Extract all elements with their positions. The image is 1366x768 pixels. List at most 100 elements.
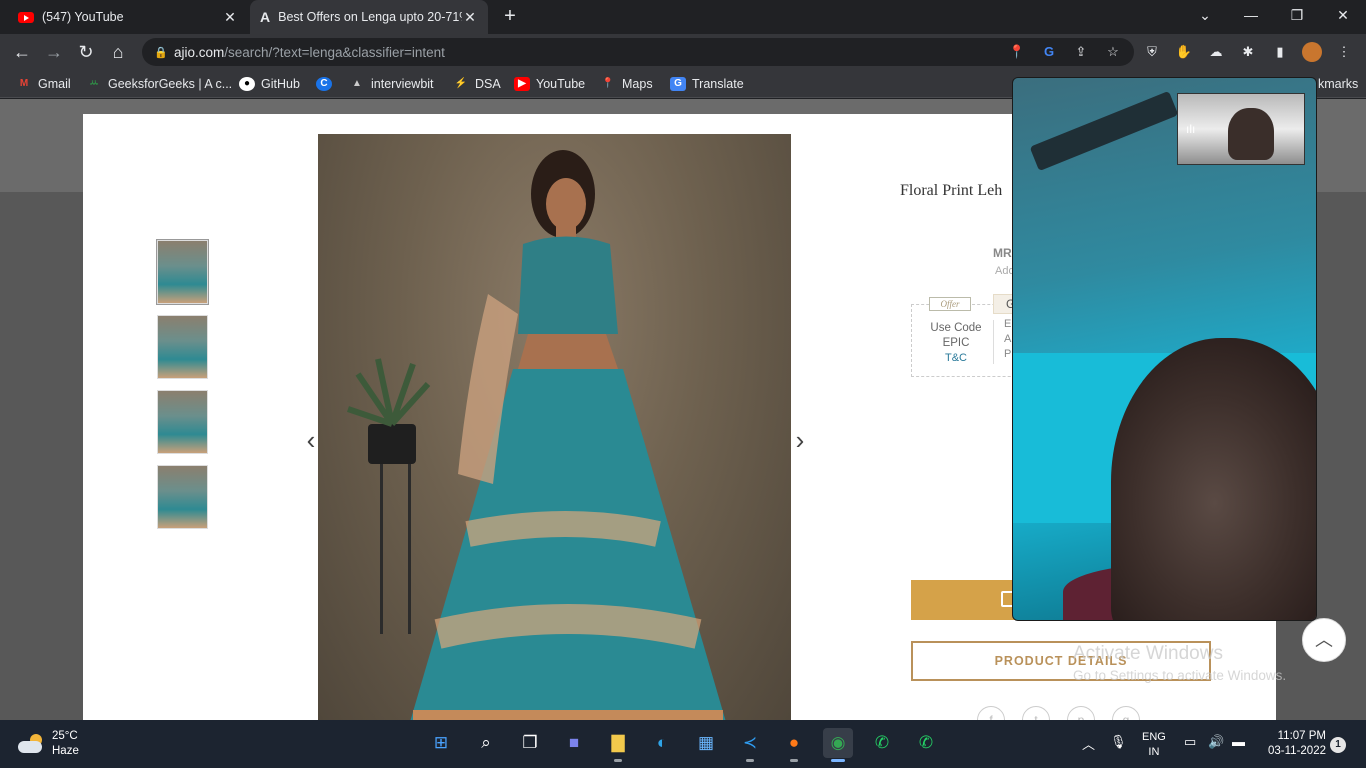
tab-strip: (547) YouTube ✕ A Best Offers on Lenga u…	[0, 0, 1366, 34]
ceiling-fan-blade	[1029, 90, 1179, 172]
self-view-face	[1228, 108, 1274, 160]
all-bookmarks-link[interactable]: kmarks	[1318, 76, 1358, 92]
volume-icon[interactable]: 🔊	[1208, 734, 1224, 750]
bookmark-github[interactable]: ● GitHub	[239, 76, 300, 92]
side-panel-icon[interactable]: ▮	[1270, 42, 1290, 62]
mrp-label: MR	[993, 246, 1012, 260]
task-view-icon[interactable]: ❐	[515, 728, 545, 758]
whatsapp-second-icon[interactable]: ✆	[911, 728, 941, 758]
minimize-button[interactable]: —	[1228, 0, 1274, 30]
audio-level-icon: ılı	[1186, 122, 1196, 136]
bookmark-dsa[interactable]: ⚡ DSA	[453, 76, 501, 92]
firefox-icon[interactable]: ●	[779, 728, 809, 762]
remote-caller-video	[1111, 338, 1316, 620]
tab-title: (547) YouTube	[42, 10, 124, 24]
url-host: ajio.com	[174, 44, 225, 60]
pinterest-share-icon[interactable]: p	[1067, 706, 1095, 720]
product-thumbnail-1[interactable]	[156, 239, 209, 305]
close-tab-icon[interactable]: ✕	[222, 9, 238, 26]
chrome-icon[interactable]: ◉	[823, 728, 853, 762]
network-icon[interactable]: ▭	[1184, 734, 1196, 750]
show-hidden-icons-chevron-icon[interactable]: ︿	[1082, 734, 1095, 753]
codechef-icon: C	[316, 77, 332, 91]
close-tab-icon[interactable]: ✕	[462, 9, 478, 26]
lock-icon[interactable]: 🔒	[154, 46, 172, 59]
back-button[interactable]: ←	[10, 40, 34, 64]
video-call-window[interactable]: ılı	[1012, 77, 1317, 621]
bookmark-geeksforgeeks[interactable]: ꕁ GeeksforGeeks | A c...	[86, 76, 232, 92]
start-windows-icon[interactable]: ⊞	[426, 728, 456, 758]
location-icon[interactable]: 📍	[1008, 43, 1026, 61]
teams-chat-icon[interactable]: ■	[559, 728, 589, 758]
file-explorer-icon[interactable]: ▇	[603, 728, 633, 762]
search-icon[interactable]: ⌕	[471, 728, 501, 758]
ajio-favicon-icon: A	[260, 9, 271, 25]
translate-icon: G	[670, 77, 686, 91]
address-bar[interactable]: 🔒 ajio.com/search/?text=lenga&classifier…	[142, 38, 1134, 66]
tab-youtube[interactable]: (547) YouTube ✕	[8, 0, 248, 34]
google-lens-icon[interactable]: G	[1040, 43, 1058, 61]
cloud-extension-icon[interactable]: ☁	[1206, 42, 1226, 62]
activate-windows-title: Activate Windows	[1073, 643, 1223, 664]
menu-kebab-icon[interactable]: ⋮	[1334, 42, 1354, 62]
new-tab-button[interactable]: +	[498, 4, 522, 28]
product-main-image	[318, 134, 791, 720]
offer-description: E A P	[1004, 318, 1012, 360]
browser-toolbar: ← → ↻ ⌂ 🔒 ajio.com/search/?text=lenga&cl…	[0, 34, 1366, 70]
weather-widget[interactable]: 25°C Haze	[18, 729, 79, 759]
bookmark-interviewbit[interactable]: ▲ interviewbit	[349, 76, 433, 92]
youtube-icon: ▶	[514, 77, 530, 91]
prev-image-arrow-icon[interactable]: ‹	[301, 426, 321, 454]
profile-avatar[interactable]	[1302, 42, 1322, 62]
googleplus-share-icon[interactable]: g	[1112, 706, 1140, 720]
microphone-icon[interactable]: 🎙	[1110, 734, 1127, 750]
edge-icon[interactable]: ◐	[647, 728, 677, 758]
dsa-icon: ⚡	[454, 78, 468, 89]
maps-icon: 📍	[601, 78, 615, 89]
tab-search-icon[interactable]: ⌄	[1182, 0, 1228, 30]
github-icon: ●	[239, 77, 255, 91]
forward-button[interactable]: →	[42, 40, 66, 64]
weather-haze-icon	[18, 734, 44, 754]
bookmark-codechef[interactable]: C	[316, 76, 338, 92]
product-title: Floral Print Leh	[900, 182, 1003, 199]
store-icon[interactable]: ▦	[691, 728, 721, 758]
self-view-pip[interactable]: ılı	[1177, 93, 1305, 165]
next-image-arrow-icon[interactable]: ›	[790, 426, 810, 454]
temperature: 25°C	[52, 730, 78, 742]
input-language-indicator[interactable]: ENG IN	[1142, 730, 1166, 760]
gmail-icon: M	[19, 78, 29, 89]
stop-extension-icon[interactable]: ✋	[1174, 42, 1194, 62]
system-clock[interactable]: 11:07 PM 03-11-2022	[1258, 729, 1326, 759]
extensions-puzzle-icon[interactable]: ✱	[1238, 42, 1258, 62]
terms-link[interactable]: T&C	[926, 351, 986, 366]
tab-title: Best Offers on Lenga upto 20-71%	[278, 10, 462, 24]
bookmark-gmail[interactable]: M Gmail	[16, 76, 71, 92]
bookmark-maps[interactable]: 📍 Maps	[600, 76, 653, 92]
twitter-share-icon[interactable]: t	[1022, 706, 1050, 720]
activate-windows-subtitle: Go to Settings to activate Windows.	[1073, 668, 1287, 683]
product-thumbnail-3[interactable]	[157, 390, 208, 454]
notification-badge[interactable]: 1	[1330, 737, 1346, 753]
interviewbit-icon: ▲	[352, 78, 362, 89]
shield-extension-icon[interactable]: ⛨	[1142, 42, 1162, 62]
whatsapp-icon[interactable]: ✆	[867, 728, 897, 758]
bookmark-youtube[interactable]: ▶ YouTube	[514, 76, 585, 92]
share-icon[interactable]: ⇪	[1072, 43, 1090, 61]
close-window-button[interactable]: ✕	[1320, 0, 1366, 30]
reload-button[interactable]: ↻	[74, 40, 98, 64]
maximize-button[interactable]: ❐	[1274, 0, 1320, 30]
home-button[interactable]: ⌂	[106, 40, 130, 64]
bookmark-translate[interactable]: G Translate	[670, 76, 744, 92]
scroll-to-top-button[interactable]: ︿	[1302, 618, 1346, 662]
gfg-icon: ꕁ	[89, 78, 99, 89]
vscode-icon[interactable]: ≺	[735, 728, 765, 762]
url-path: /search/?text=lenga&classifier=intent	[224, 44, 445, 60]
battery-icon[interactable]: ▬	[1232, 734, 1245, 749]
facebook-share-icon[interactable]: f	[977, 706, 1005, 720]
coupon-code-block: Use Code EPIC T&C	[926, 321, 986, 366]
bookmark-star-icon[interactable]: ☆	[1104, 43, 1122, 61]
tab-ajio[interactable]: A Best Offers on Lenga upto 20-71% ✕	[250, 0, 488, 34]
product-thumbnail-4[interactable]	[157, 465, 208, 529]
product-thumbnail-2[interactable]	[157, 315, 208, 379]
